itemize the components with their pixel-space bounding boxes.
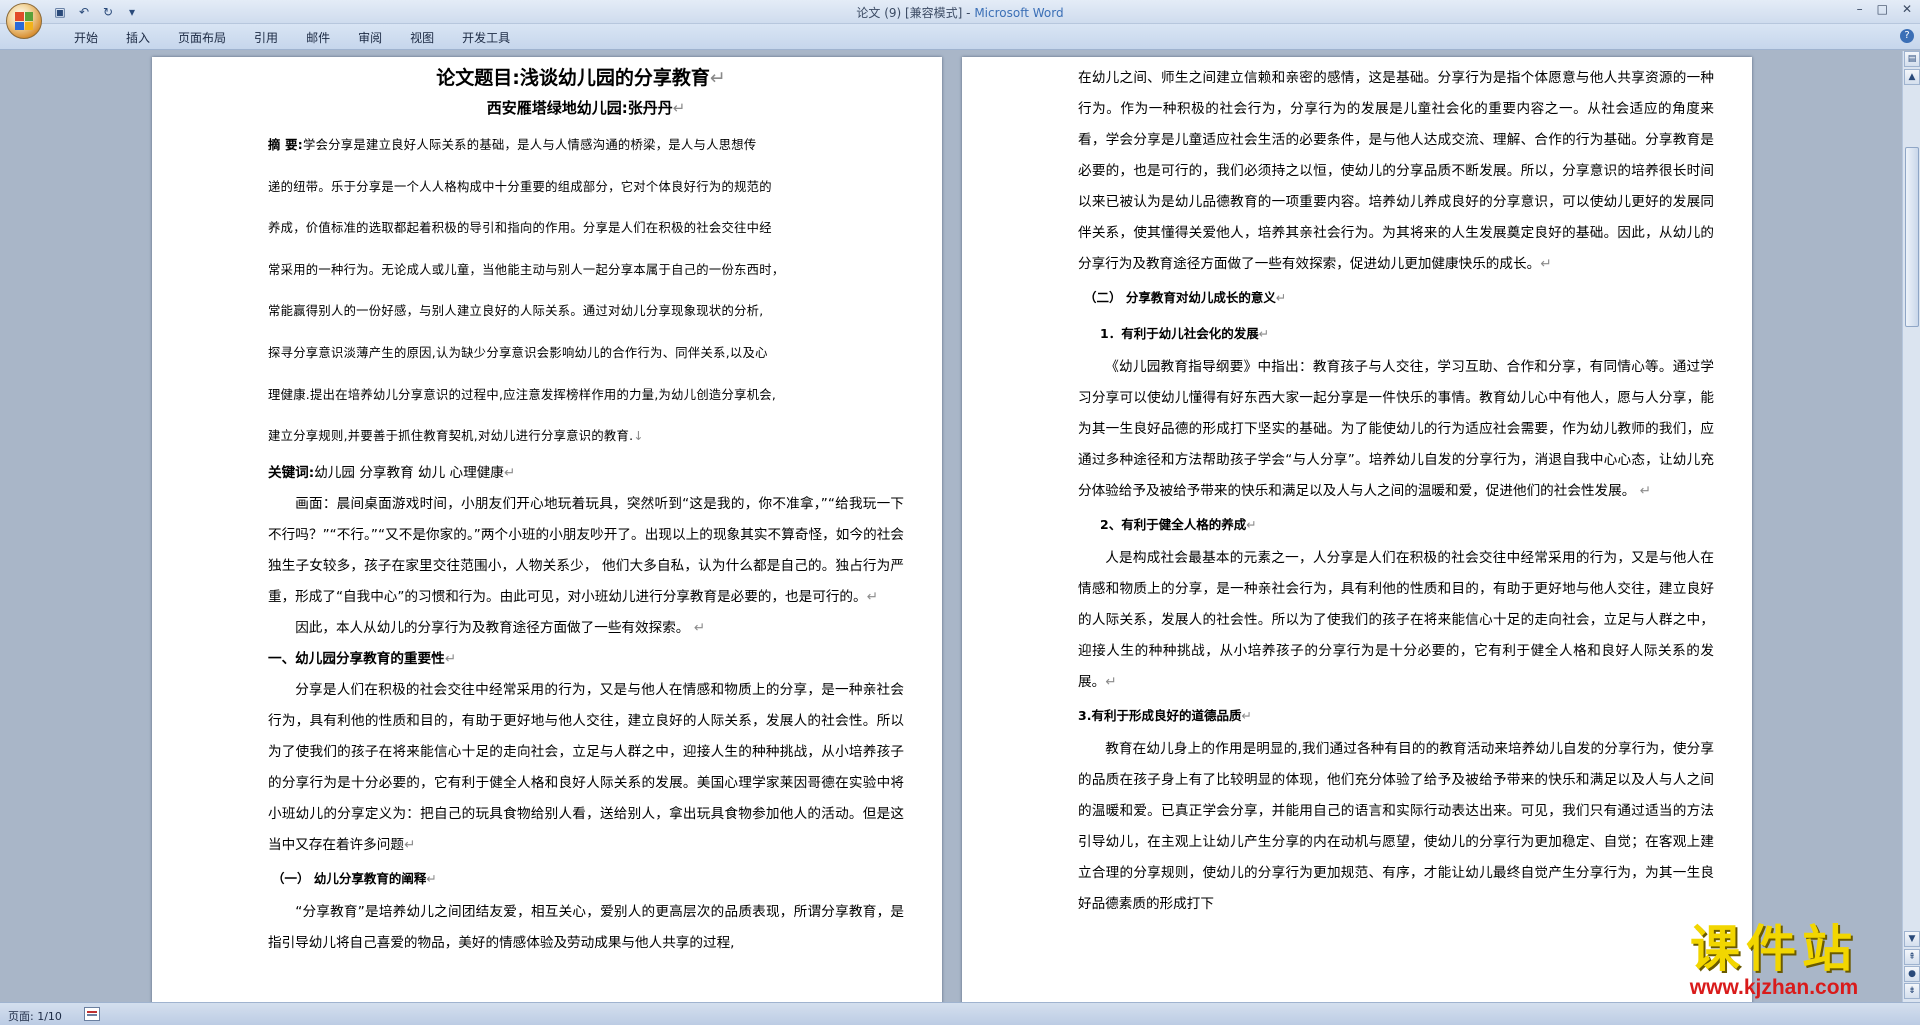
- body-paragraph: 分享是人们在积极的社会交往中经常采用的行为，又是与他人在情感和物质上的分享，是一…: [268, 681, 904, 853]
- abstract-line: 建立分享规则,并要善于抓住教育契机,对幼儿进行分享意识的教育.↓: [268, 429, 644, 444]
- browse-object-icon[interactable]: ●: [1904, 966, 1920, 982]
- scroll-up-icon[interactable]: ▲: [1904, 69, 1920, 85]
- body-paragraph: 《幼儿园教育指导纲要》中指出：教育孩子与人交往，学习互助、合作和分享，有同情心等…: [1078, 359, 1714, 499]
- page-title: 论文题目:浅谈幼儿园的分享教育↵: [436, 67, 726, 89]
- watermark-logo: 课件站 www.kjzhan.com: [1689, 919, 1859, 1000]
- subsection-heading: 2、有利于健全人格的养成↵: [1100, 517, 1257, 532]
- window-controls: – □ ✕: [1857, 2, 1912, 16]
- abstract-line: 摘 要:学会分享是建立良好人际关系的基础，是人与人情感沟通的桥梁，是人与人思想传: [268, 138, 757, 152]
- abstract-line: 常采用的一种行为。无论成人或儿童，当他能主动与别人一起分享本属于自己的一份东西时…: [268, 262, 785, 277]
- abstract-line: 常能赢得别人的一份好感，与别人建立良好的人际关系。通过对幼儿分享现象现状的分析,: [268, 304, 764, 319]
- ribbon-tab-bar: 开始 插入 页面布局 引用 邮件 审阅 视图 开发工具 ?: [0, 24, 1920, 50]
- subsection-heading: 3.有利于形成良好的道德品质↵: [1078, 708, 1252, 723]
- body-paragraph: “分享教育”是培养幼儿之间团结友爱，相互关心，爱别人的更高层次的品质表现，所谓分…: [268, 903, 904, 951]
- office-logo-icon: [15, 12, 33, 30]
- scrollbar-thumb[interactable]: [1905, 147, 1919, 327]
- scroll-down-icon[interactable]: ▼: [1904, 931, 1920, 947]
- page-count[interactable]: 页面: 1/10: [8, 1008, 62, 1024]
- subsection-heading: 1．有利于幼儿社会化的发展↵: [1100, 326, 1270, 341]
- abstract: 摘 要:学会分享是建立良好人际关系的基础，是人与人情感沟通的桥梁，是人与人思想传…: [268, 125, 904, 458]
- ribbon-tab[interactable]: 开始: [60, 29, 112, 46]
- maximize-button[interactable]: □: [1877, 2, 1888, 16]
- body-paragraph: 在幼儿之间、师生之间建立信赖和亲密的感情，这是基础。分享行为是指个体愿意与他人共…: [1078, 70, 1714, 272]
- office-button[interactable]: [6, 3, 42, 39]
- document-workspace[interactable]: 论文题目:浅谈幼儿园的分享教育↵ 西安雁塔绿地幼儿园:张丹丹↵ 摘 要:学会分享…: [0, 51, 1902, 1002]
- subsection-heading: （二） 分享教育对幼儿成长的意义↵: [1084, 290, 1287, 305]
- ruler-toggle-icon[interactable]: ▤: [1904, 51, 1920, 67]
- previous-page-icon[interactable]: ⇞: [1904, 949, 1920, 965]
- proofing-icon[interactable]: [84, 1007, 100, 1021]
- body-paragraph: 人是构成社会最基本的元素之一，人分享是人们在积极的社会交往中经常采用的行为，又是…: [1078, 550, 1714, 690]
- ribbon-tab[interactable]: 引用: [240, 29, 292, 46]
- next-page-icon[interactable]: ⇟: [1904, 983, 1920, 999]
- ribbon-tab[interactable]: 页面布局: [164, 29, 240, 46]
- author-line: 西安雁塔绿地幼儿园:张丹丹↵: [486, 99, 686, 117]
- title-bar: ▣ ↶ ↻ ▾ 论文 (9) [兼容模式] - Microsoft Word –…: [0, 0, 1920, 24]
- ribbon-tab[interactable]: 审阅: [344, 29, 396, 46]
- close-button[interactable]: ✕: [1902, 2, 1912, 16]
- keywords-line: 关键词:幼儿园 分享教育 幼儿 心理健康↵: [268, 464, 516, 481]
- abstract-line: 养成，价值标准的选取都起着积极的导引和指向的作用。分享是人们在积极的社会交往中经: [268, 221, 772, 236]
- ribbon-tab[interactable]: 邮件: [292, 29, 344, 46]
- section-heading: 一、幼儿园分享教育的重要性↵: [268, 650, 457, 667]
- minimize-button[interactable]: –: [1857, 2, 1863, 16]
- ribbon-tab[interactable]: 视图: [396, 29, 448, 46]
- ribbon-tab[interactable]: 插入: [112, 29, 164, 46]
- status-bar: 页面: 1/10: [0, 1002, 1920, 1025]
- subsection-heading: （一） 幼儿分享教育的阐释↵: [272, 870, 437, 886]
- body-paragraph: 因此，本人从幼儿的分享行为及教育途径方面做了一些有效探索。 ↵: [295, 619, 706, 636]
- abstract-line: 递的纽带。乐于分享是一个人人格构成中十分重要的组成部分，它对个体良好行为的规范的: [268, 179, 772, 194]
- abstract-line: 理健康.提出在培养幼儿分享意识的过程中,应注意发挥榜样作用的力量,为幼儿创造分享…: [268, 387, 777, 402]
- body-paragraph: 教育在幼儿身上的作用是明显的,我们通过各种有目的的教育活动来培养幼儿自发的分享行…: [1078, 741, 1714, 912]
- window-title: 论文 (9) [兼容模式] - Microsoft Word: [856, 6, 1064, 20]
- ribbon-tab[interactable]: 开发工具: [448, 29, 524, 46]
- ribbon-tabs: 开始 插入 页面布局 引用 邮件 审阅 视图 开发工具: [60, 29, 524, 46]
- vertical-scrollbar[interactable]: ▤ ▲ ▼ ⇞ ● ⇟: [1902, 51, 1920, 1002]
- body-paragraph: 画面：晨间桌面游戏时间，小朋友们开心地玩着玩具，突然听到“这是我的，你不准拿，”…: [268, 495, 904, 605]
- document-page-2[interactable]: 在幼儿之间、师生之间建立信赖和亲密的感情，这是基础。分享行为是指个体愿意与他人共…: [962, 57, 1752, 1002]
- help-icon[interactable]: ?: [1900, 29, 1914, 43]
- abstract-line: 探寻分享意识淡薄产生的原因,认为缺少分享意识会影响幼儿的合作行为、同伴关系,以及…: [268, 345, 768, 360]
- document-page-1[interactable]: 论文题目:浅谈幼儿园的分享教育↵ 西安雁塔绿地幼儿园:张丹丹↵ 摘 要:学会分享…: [152, 57, 942, 1002]
